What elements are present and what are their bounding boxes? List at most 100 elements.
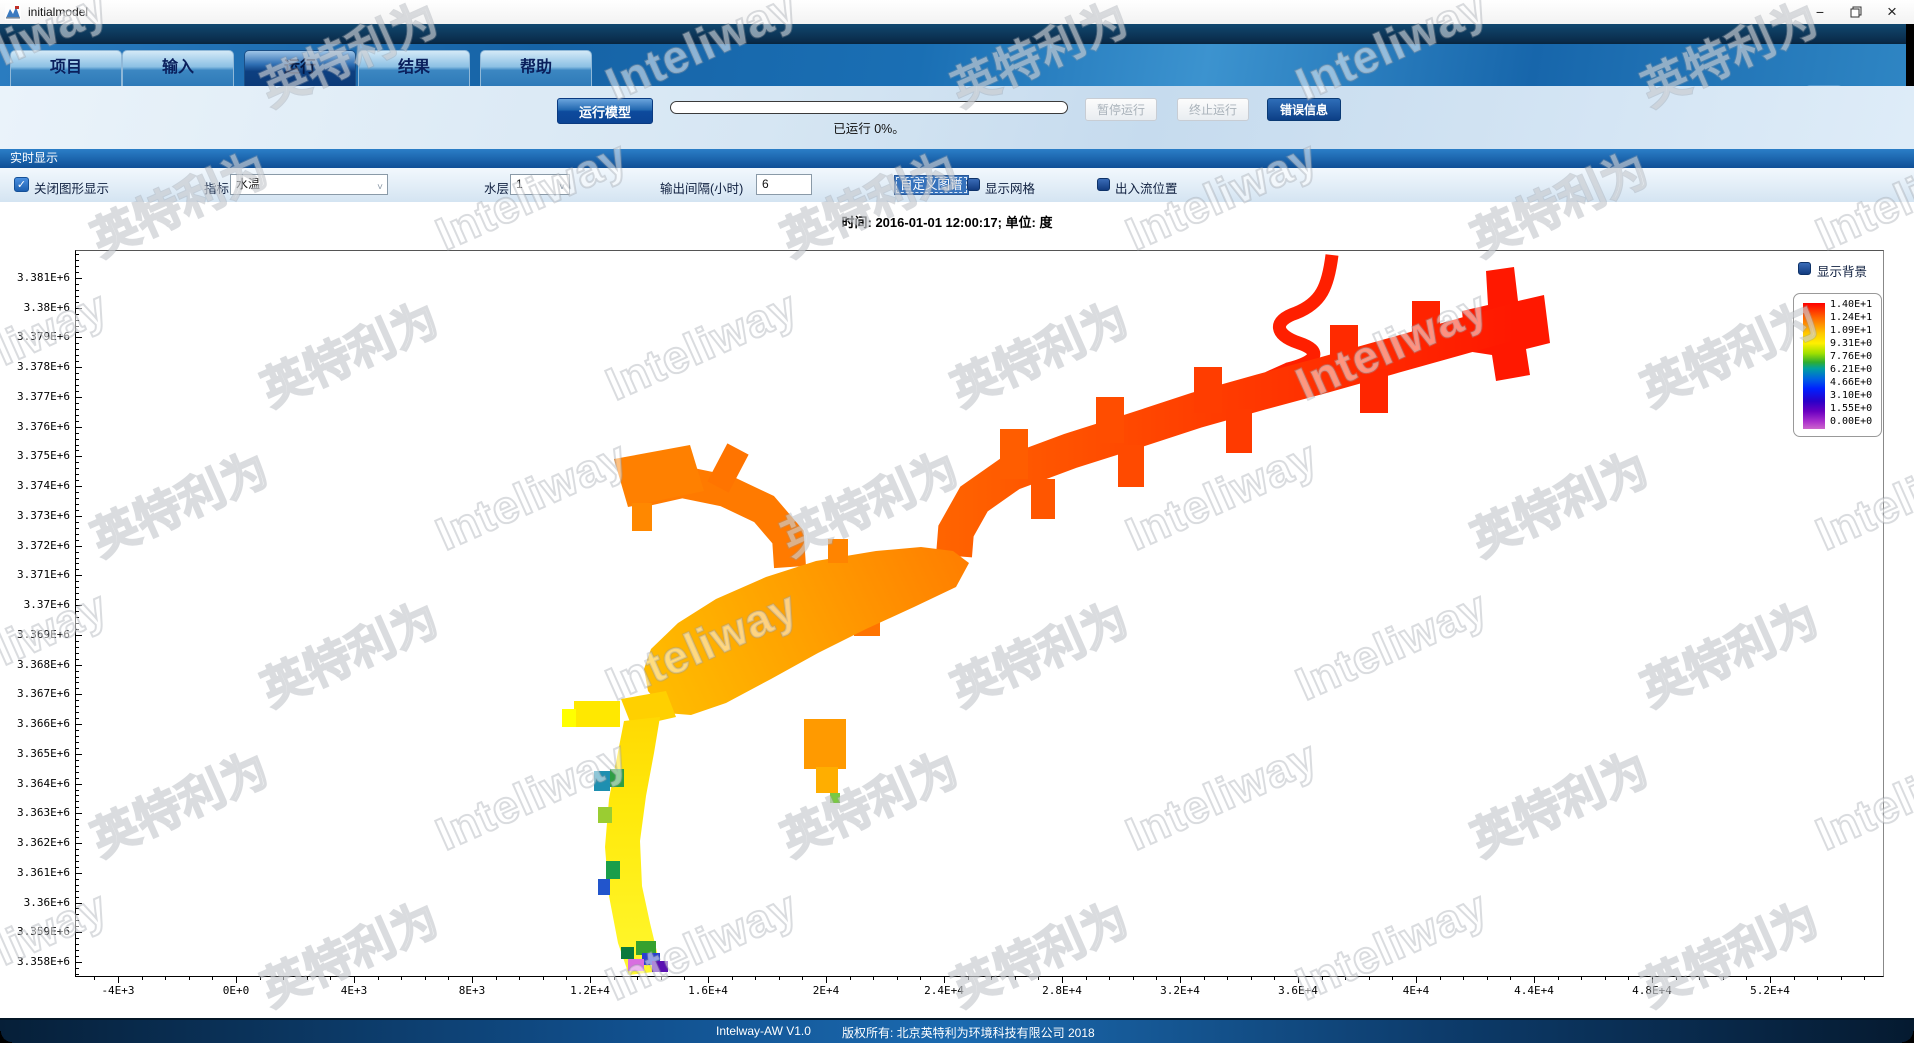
- x-tick-label: 8E+3: [440, 984, 504, 997]
- indicator-label: 指标: [204, 178, 229, 197]
- y-major-tick: [76, 962, 82, 963]
- y-minor-tick: [76, 439, 79, 440]
- run-toolbar: 运行模型 已运行 0%。 暂停运行 终止运行 错误信息: [0, 86, 1914, 149]
- x-minor-tick: [1510, 977, 1511, 980]
- show-background-checkbox[interactable]: [1798, 262, 1811, 275]
- x-minor-tick: [1581, 977, 1582, 980]
- x-tick-label: 2E+4: [794, 984, 858, 997]
- menu-tab-1[interactable]: 项目: [10, 50, 122, 86]
- y-minor-tick: [76, 379, 79, 380]
- y-minor-tick: [76, 480, 79, 481]
- y-minor-tick: [76, 825, 79, 826]
- y-tick-label: 3.373E+6: [0, 509, 70, 522]
- y-minor-tick: [76, 938, 79, 939]
- legend-value: 1.24E+1: [1830, 312, 1872, 323]
- stop-run-button[interactable]: 终止运行: [1177, 98, 1249, 121]
- close-graph-checkbox[interactable]: ✓: [14, 177, 29, 192]
- header-band: [0, 24, 1914, 44]
- menu-tab-3[interactable]: 运行: [244, 50, 356, 86]
- y-minor-tick: [76, 415, 79, 416]
- legend-value: 0.00E+0: [1830, 416, 1872, 427]
- y-minor-tick: [76, 706, 79, 707]
- branch-arm: [614, 445, 790, 567]
- x-tick-label: 4E+4: [1384, 984, 1448, 997]
- y-tick-label: 3.368E+6: [0, 658, 70, 671]
- x-minor-tick: [94, 977, 95, 980]
- menu-tab-2[interactable]: 输入: [122, 50, 234, 86]
- y-minor-tick: [76, 772, 79, 773]
- application-window: initialmodel − × 项目输入运行结果帮助 环评/预警: [0, 0, 1914, 1043]
- x-minor-tick: [1463, 977, 1464, 980]
- y-major-tick: [76, 308, 82, 309]
- y-minor-tick: [76, 296, 79, 297]
- y-major-tick: [76, 337, 82, 338]
- app-version-text: Intelway-AW V1.0: [716, 1024, 811, 1038]
- x-tick-label: 5.2E+4: [1738, 984, 1802, 997]
- layer-dropdown[interactable]: 1 ˅: [510, 174, 570, 195]
- y-tick-label: 3.358E+6: [0, 955, 70, 968]
- indicator-dropdown[interactable]: 水温 ˅: [230, 174, 388, 195]
- y-minor-tick: [76, 920, 79, 921]
- x-major-tick: [354, 977, 355, 983]
- y-minor-tick: [76, 272, 79, 273]
- error-info-button[interactable]: 错误信息: [1267, 98, 1341, 121]
- y-major-tick: [76, 932, 82, 933]
- detached-blob: [804, 719, 846, 803]
- y-major-tick: [76, 635, 82, 636]
- inout-flow-checkbox[interactable]: [1097, 178, 1110, 191]
- y-minor-tick: [76, 403, 79, 404]
- y-tick-label: 3.374E+6: [0, 479, 70, 492]
- close-button[interactable]: ×: [1874, 0, 1910, 24]
- x-minor-tick: [732, 977, 733, 980]
- close-graph-label: 关闭图形显示: [34, 178, 109, 197]
- x-minor-tick: [1345, 977, 1346, 980]
- x-minor-tick: [1628, 977, 1629, 980]
- x-minor-tick: [637, 977, 638, 980]
- x-major-tick: [1180, 977, 1181, 983]
- y-minor-tick: [76, 790, 79, 791]
- custom-spectrum-button[interactable]: 自定义图谱: [894, 175, 969, 195]
- y-tick-label: 3.372E+6: [0, 539, 70, 552]
- minimize-button[interactable]: −: [1802, 0, 1838, 24]
- output-interval-label: 输出间隔(小时): [660, 178, 743, 197]
- y-minor-tick: [76, 260, 79, 261]
- x-minor-tick: [448, 977, 449, 980]
- x-tick-label: 1.2E+4: [558, 984, 622, 997]
- restore-button[interactable]: [1838, 0, 1874, 24]
- y-minor-tick: [76, 968, 79, 969]
- output-interval-input[interactable]: 6: [756, 174, 812, 195]
- y-major-tick: [76, 427, 82, 428]
- status-bar: Intelway-AW V1.0 版权所有: 北京英特利为环境科技有限公司 20…: [0, 1018, 1914, 1043]
- x-major-tick: [236, 977, 237, 983]
- x-minor-tick: [1015, 977, 1016, 980]
- x-major-tick: [826, 977, 827, 983]
- y-tick-label: 3.37E+6: [0, 598, 70, 611]
- x-minor-tick: [1605, 977, 1606, 980]
- y-minor-tick: [76, 712, 79, 713]
- minimize-icon: −: [1816, 4, 1824, 20]
- y-minor-tick: [76, 861, 79, 862]
- menu-tab-5[interactable]: 帮助: [480, 50, 592, 86]
- window-title: initialmodel: [28, 5, 88, 19]
- y-tick-label: 3.369E+6: [0, 628, 70, 641]
- run-model-button[interactable]: 运行模型: [557, 98, 653, 124]
- y-minor-tick: [76, 742, 79, 743]
- x-minor-tick: [1558, 977, 1559, 980]
- legend-value: 9.31E+0: [1830, 338, 1872, 349]
- realtime-display-header: 实时显示: [0, 149, 1914, 168]
- y-minor-tick: [76, 385, 79, 386]
- x-minor-tick: [779, 977, 780, 980]
- x-major-tick: [590, 977, 591, 983]
- pause-run-button[interactable]: 暂停运行: [1085, 98, 1157, 121]
- menu-tab-4[interactable]: 结果: [358, 50, 470, 86]
- y-tick-label: 3.376E+6: [0, 420, 70, 433]
- y-minor-tick: [76, 897, 79, 898]
- y-major-tick: [76, 605, 82, 606]
- y-minor-tick: [76, 879, 79, 880]
- y-major-tick: [76, 694, 82, 695]
- y-minor-tick: [76, 433, 79, 434]
- south-tail: [562, 701, 668, 975]
- x-minor-tick: [1676, 977, 1677, 980]
- show-grid-checkbox[interactable]: [967, 178, 980, 191]
- y-major-tick: [76, 784, 82, 785]
